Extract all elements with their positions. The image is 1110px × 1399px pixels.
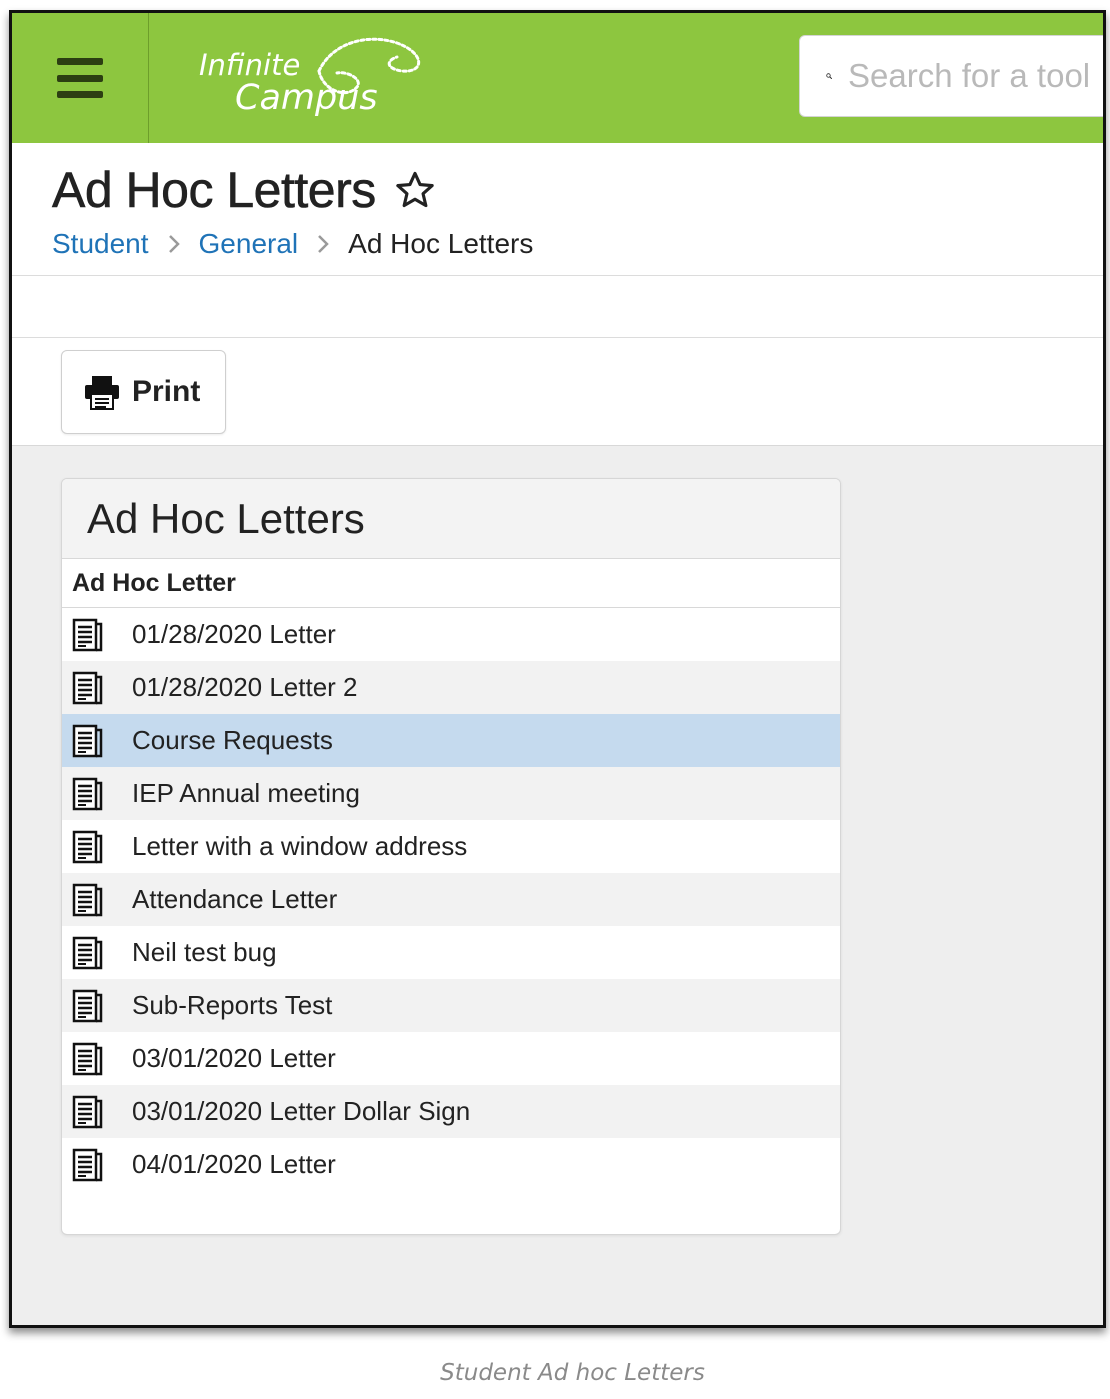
letter-list: 01/28/2020 Letter 01/28/2020 Letter 2 Cour… xyxy=(62,608,840,1191)
document-icon xyxy=(72,1095,103,1128)
logo-text-campus: Campus xyxy=(235,78,378,118)
hamburger-menu-icon xyxy=(57,58,103,98)
letter-row[interactable]: Attendance Letter xyxy=(62,873,840,926)
letter-name: Sub-Reports Test xyxy=(132,990,333,1020)
top-nav-bar: Infinite Campus xyxy=(12,13,1106,143)
infinite-campus-logo[interactable]: Infinite Campus xyxy=(197,33,427,123)
page-title: Ad Hoc Letters xyxy=(52,162,377,219)
document-icon xyxy=(72,777,103,810)
document-icon xyxy=(72,671,103,704)
main-menu-button[interactable] xyxy=(12,13,149,143)
letter-row[interactable]: 03/01/2020 Letter xyxy=(62,1032,840,1085)
column-header-ad-hoc-letter: Ad Hoc Letter xyxy=(62,559,840,608)
letter-row[interactable]: Sub-Reports Test xyxy=(62,979,840,1032)
panel-title: Ad Hoc Letters xyxy=(87,494,365,542)
document-icon xyxy=(72,1148,103,1181)
letter-row[interactable]: 01/28/2020 Letter xyxy=(62,608,840,661)
letter-name: 03/01/2020 Letter xyxy=(132,1043,336,1073)
printer-icon xyxy=(85,376,119,410)
letter-name: 01/28/2020 Letter 2 xyxy=(132,672,358,702)
search-input[interactable] xyxy=(848,57,1106,95)
letter-name: Attendance Letter xyxy=(132,884,338,914)
letter-row[interactable]: 04/01/2020 Letter xyxy=(62,1138,840,1191)
document-icon xyxy=(72,830,103,863)
letter-row[interactable]: 03/01/2020 Letter Dollar Sign xyxy=(62,1085,840,1138)
panel-header: Ad Hoc Letters xyxy=(62,479,840,559)
letter-name: 04/01/2020 Letter xyxy=(132,1149,336,1179)
sub-header-bar xyxy=(12,276,1106,338)
tool-search-box[interactable] xyxy=(799,35,1106,117)
page-header: Ad Hoc Letters Student General Ad Hoc Le… xyxy=(12,143,1106,276)
image-caption: Student Ad hoc Letters xyxy=(440,1360,705,1386)
chevron-right-icon xyxy=(318,235,329,253)
letter-row[interactable]: Letter with a window address xyxy=(62,820,840,873)
page-title-row: Ad Hoc Letters xyxy=(52,161,436,219)
document-icon xyxy=(72,618,103,651)
letter-name: Course Requests xyxy=(132,725,333,755)
letter-name: Neil test bug xyxy=(132,937,277,967)
breadcrumb: Student General Ad Hoc Letters xyxy=(52,228,533,260)
star-outline-icon[interactable] xyxy=(394,169,436,211)
letter-name: IEP Annual meeting xyxy=(132,778,360,808)
breadcrumb-general[interactable]: General xyxy=(199,228,299,260)
action-toolbar: Print xyxy=(12,338,1106,446)
document-icon xyxy=(72,989,103,1022)
breadcrumb-student[interactable]: Student xyxy=(52,228,149,260)
letter-name: Letter with a window address xyxy=(132,831,468,861)
search-icon xyxy=(826,73,832,79)
letter-row[interactable]: 01/28/2020 Letter 2 xyxy=(62,661,840,714)
letter-row[interactable]: Neil test bug xyxy=(62,926,840,979)
document-icon xyxy=(72,883,103,916)
logo-text-infinite: Infinite xyxy=(199,48,300,82)
letter-name: 03/01/2020 Letter Dollar Sign xyxy=(132,1096,471,1126)
app-window: Infinite Campus Ad Hoc Letters Student xyxy=(9,10,1106,1328)
print-button-label: Print xyxy=(132,375,201,408)
print-button[interactable]: Print xyxy=(61,350,226,434)
document-icon xyxy=(72,936,103,969)
document-icon xyxy=(72,1042,103,1075)
letter-row[interactable]: Course Requests xyxy=(62,714,840,767)
ad-hoc-letters-panel: Ad Hoc Letters Ad Hoc Letter 01/28/2020 … xyxy=(61,478,841,1235)
letter-name: 01/28/2020 Letter xyxy=(132,619,336,649)
chevron-right-icon xyxy=(168,235,180,253)
breadcrumb-current: Ad Hoc Letters xyxy=(348,228,534,259)
letter-row[interactable]: IEP Annual meeting xyxy=(62,767,840,820)
document-icon xyxy=(72,724,103,757)
